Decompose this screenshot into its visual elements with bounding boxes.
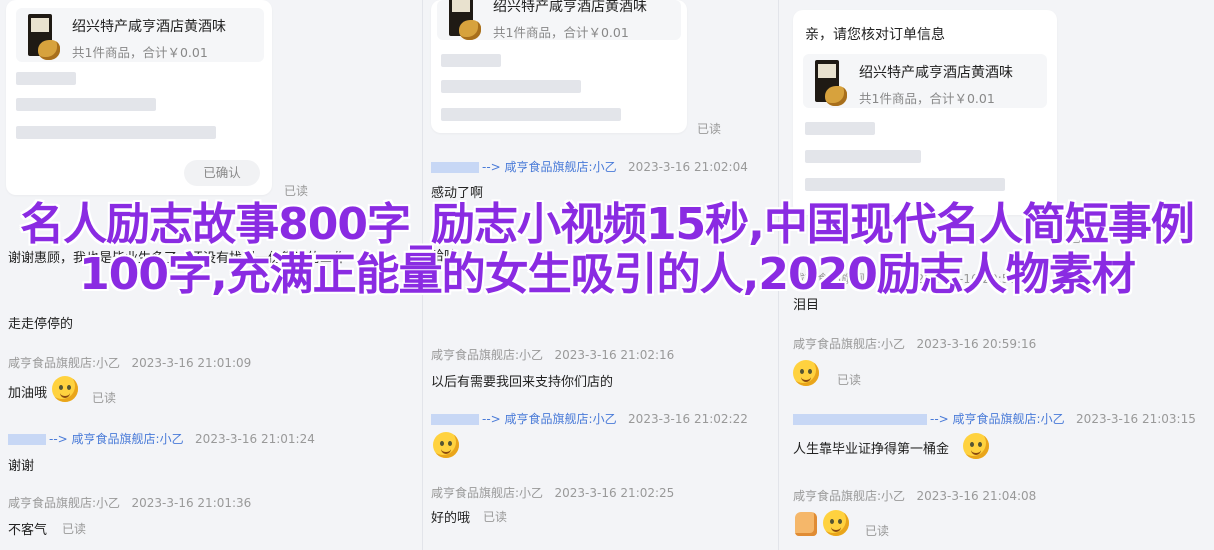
message-text: 加油哦: [8, 386, 48, 401]
product-title: 绍兴特产咸亨酒店黄酒味: [859, 65, 1013, 81]
arrow-label: -->: [482, 160, 501, 174]
sender-name: 咸亨食品旗舰店:小乙: [504, 412, 617, 426]
blurred-field: [441, 80, 581, 93]
message-meta: --> 咸亨食品旗舰店:小乙 2023-3-16 21:03:15: [793, 410, 1196, 427]
arrow-label: -->: [482, 412, 501, 426]
thumbs-up-icon: [795, 512, 817, 536]
sender-name: 咸亨食品旗舰店:小乙: [71, 432, 184, 446]
message-time: 2023-3-16 21:04:08: [916, 489, 1037, 503]
thinking-emoji-icon: [823, 510, 849, 536]
message-time: 2023-3-16 21:01:09: [131, 356, 252, 370]
message-time: 2023-3-16 21:02:16: [554, 348, 675, 362]
blurred-field: [441, 54, 501, 67]
message-meta: 咸亨食品旗舰店:小乙 2023-3-16 21:02:25: [431, 484, 674, 501]
message-time: 2023-3-16 21:02:25: [554, 486, 675, 500]
product-summary: 共1件商品，合计￥0.01: [859, 91, 995, 106]
arrow-label: -->: [930, 412, 949, 426]
sweat-smile-emoji-icon: [963, 433, 989, 459]
arrow-label: -->: [49, 432, 68, 446]
blurred-field: [805, 150, 921, 163]
message-meta: 咸亨食品旗舰店:小乙 2023-3-16 21:02:16: [431, 346, 674, 363]
message-time: 2023-3-16 21:03:15: [1076, 412, 1196, 426]
message-time: 2023-3-16 21:02:04: [628, 160, 748, 174]
read-status: 已读: [697, 122, 722, 136]
blurred-field: [805, 122, 875, 135]
headline-overlay: 名人励志故事800字_励志小视频15秒,中国现代名人简短事例100字,充满正能量…: [20, 199, 1195, 300]
read-status: 已读: [62, 522, 87, 536]
product-item[interactable]: 绍兴特产咸亨酒店黄酒味 共1件商品，合计￥0.01: [437, 0, 681, 40]
blurred-field: [16, 126, 216, 139]
blush-emoji-icon: [433, 432, 459, 458]
message-text: 不客气: [8, 523, 48, 538]
message-text: 人生靠毕业证挣得第一桶金: [793, 442, 950, 457]
message-text: 谢谢: [8, 459, 35, 474]
sender-name: 咸亨食品旗舰店:小乙: [431, 486, 544, 500]
read-status: 已读: [284, 184, 309, 198]
confirmed-button[interactable]: 已确认: [184, 160, 260, 186]
read-status: 已读: [837, 373, 862, 387]
product-thumbnail: [811, 60, 849, 110]
blurred-field: [16, 72, 76, 85]
blurred-field: [441, 108, 621, 121]
read-status: 已读: [865, 524, 890, 538]
sender-name: 咸亨食品旗舰店:小乙: [8, 496, 121, 510]
product-thumbnail: [24, 14, 62, 64]
product-title: 绍兴特产咸亨酒店黄酒味: [72, 19, 226, 35]
thinking-emoji-icon: [793, 360, 819, 386]
message-text: 以后有需要我回来支持你们店的: [431, 375, 614, 390]
message-meta: --> 咸亨食品旗舰店:小乙 2023-3-16 21:02:04: [431, 158, 748, 175]
message-time: 2023-3-16 21:01:24: [195, 432, 315, 446]
message-time: 2023-3-16 21:01:36: [131, 496, 252, 510]
sender-name: 咸亨食品旗舰店:小乙: [793, 489, 906, 503]
message-text: 走走停停的: [8, 317, 74, 332]
message-meta: 咸亨食品旗舰店:小乙 2023-3-16 20:59:16: [793, 335, 1036, 352]
sender-name: 咸亨食品旗舰店:小乙: [793, 337, 906, 351]
order-card: 亲，请您核对订单信息 绍兴特产咸亨酒店黄酒味 共1件商品，合计￥0.01: [793, 10, 1057, 215]
product-summary: 共1件商品，合计￥0.01: [493, 25, 629, 40]
product-item[interactable]: 绍兴特产咸亨酒店黄酒味 共1件商品，合计￥0.01: [803, 54, 1047, 108]
message-meta: --> 咸亨食品旗舰店:小乙 2023-3-16 21:02:22: [431, 410, 748, 427]
message-meta: 咸亨食品旗舰店:小乙 2023-3-16 21:01:09: [8, 354, 251, 371]
blurred-field: [805, 178, 1005, 191]
product-item[interactable]: 绍兴特产咸亨酒店黄酒味 共1件商品，合计￥0.01: [16, 8, 264, 62]
sender-name: 咸亨食品旗舰店:小乙: [8, 356, 121, 370]
message-time: 2023-3-16 20:59:16: [916, 337, 1037, 351]
smile-emoji-icon: [52, 376, 78, 402]
message-meta: 咸亨食品旗舰店:小乙 2023-3-16 21:01:36: [8, 494, 251, 511]
message-meta: 咸亨食品旗舰店:小乙 2023-3-16 21:04:08: [793, 487, 1036, 504]
order-card: 绍兴特产咸亨酒店黄酒味 共1件商品，合计￥0.01: [431, 0, 687, 133]
read-status: 已读: [92, 391, 117, 405]
product-title: 绍兴特产咸亨酒店黄酒味: [493, 0, 647, 15]
sender-name: 咸亨食品旗舰店:小乙: [952, 412, 1065, 426]
order-card: 绍兴特产咸亨酒店黄酒味 共1件商品，合计￥0.01 已确认: [6, 0, 272, 195]
message-time: 2023-3-16 21:02:22: [628, 412, 748, 426]
message-text: 好的哦: [431, 511, 471, 526]
sender-name: 咸亨食品旗舰店:小乙: [431, 348, 544, 362]
message-meta: --> 咸亨食品旗舰店:小乙 2023-3-16 21:01:24: [8, 430, 315, 447]
read-status: 已读: [483, 510, 508, 524]
product-summary: 共1件商品，合计￥0.01: [72, 45, 208, 60]
product-thumbnail: [445, 0, 483, 44]
order-greeting: 亲，请您核对订单信息: [805, 27, 945, 43]
blurred-field: [16, 98, 156, 111]
sender-name: 咸亨食品旗舰店:小乙: [504, 160, 617, 174]
